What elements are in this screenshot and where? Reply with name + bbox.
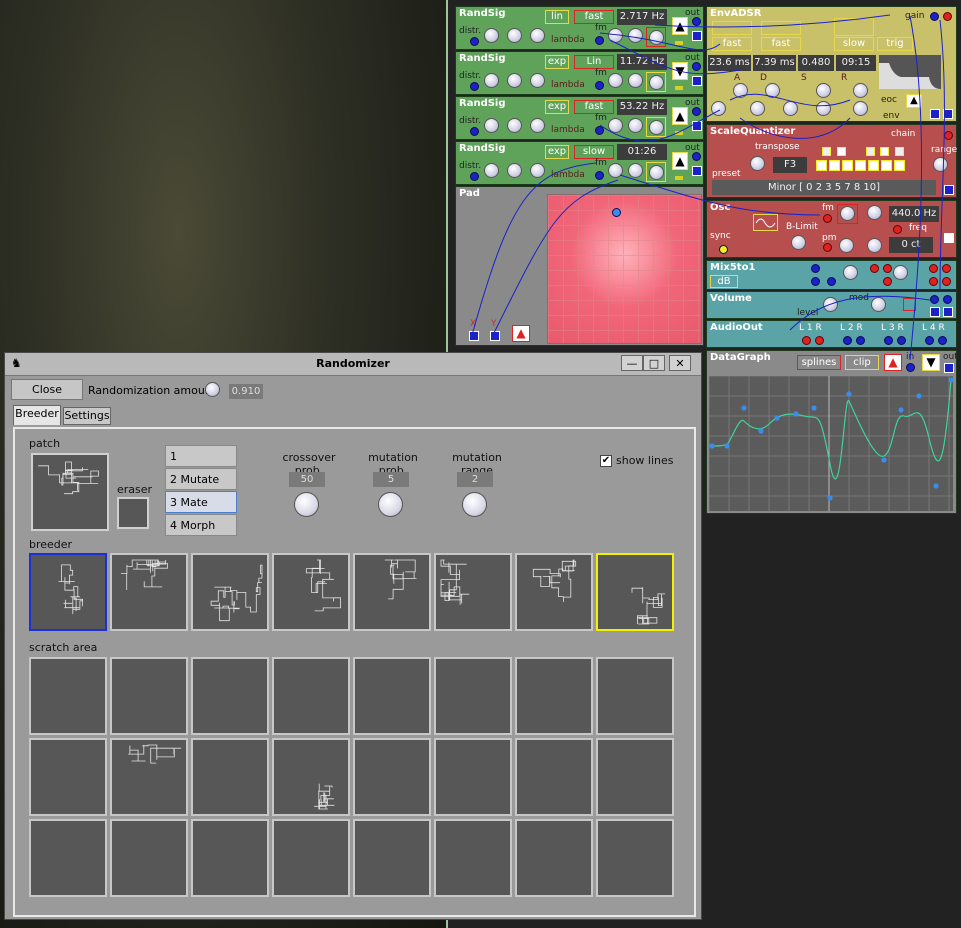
- datagraph-point[interactable]: [933, 483, 939, 489]
- scratch-cell[interactable]: [29, 819, 107, 897]
- eraser-cell[interactable]: [117, 497, 149, 529]
- scratch-cell[interactable]: [272, 738, 350, 816]
- mate-button[interactable]: 3 Mate: [165, 491, 237, 513]
- close-button[interactable]: Close: [11, 379, 83, 400]
- datagraph-point[interactable]: [916, 393, 922, 399]
- scratch-cell[interactable]: [272, 657, 350, 735]
- mutate-button[interactable]: 2 Mutate: [165, 468, 237, 490]
- patch-cell[interactable]: [31, 453, 109, 531]
- breeder-cell[interactable]: [434, 553, 512, 631]
- datagraph-point[interactable]: [846, 391, 852, 397]
- scratch-cell[interactable]: [434, 819, 512, 897]
- scratch-cell[interactable]: [515, 738, 593, 816]
- mutation-range-knob[interactable]: [462, 492, 487, 517]
- breeder-cell[interactable]: [596, 553, 674, 631]
- datagraph-plot[interactable]: [708, 375, 954, 511]
- datagraph-point[interactable]: [898, 407, 904, 413]
- crossover-knob[interactable]: [294, 492, 319, 517]
- scratch-cell[interactable]: [191, 819, 269, 897]
- datagraph-point[interactable]: [793, 411, 799, 417]
- breeder-label: breeder: [29, 538, 73, 551]
- randomizer-window: ♞ Randomizer — □ ✕ Close Randomization a…: [4, 352, 702, 920]
- scratch-cell[interactable]: [191, 657, 269, 735]
- breeder-panel: patch eraser 1 Randomize 2 Mutate 3 Mate…: [13, 427, 696, 917]
- datagraph-point[interactable]: [827, 495, 833, 501]
- scratch-cell[interactable]: [596, 657, 674, 735]
- minimize-button[interactable]: —: [621, 355, 643, 371]
- scratch-cell[interactable]: [29, 738, 107, 816]
- randomize-button[interactable]: 1 Randomize: [165, 445, 237, 484]
- close-window-button[interactable]: ✕: [669, 355, 691, 371]
- scratch-cell[interactable]: [110, 738, 188, 816]
- patch-label: patch: [29, 437, 61, 450]
- amount-knob[interactable]: [205, 382, 220, 397]
- scratch-cell[interactable]: [110, 819, 188, 897]
- breeder-cell[interactable]: [353, 553, 431, 631]
- scratch-cell[interactable]: [191, 738, 269, 816]
- maximize-button[interactable]: □: [643, 355, 665, 371]
- crossover-value[interactable]: 50: [289, 472, 325, 487]
- datagraph-point[interactable]: [758, 428, 764, 434]
- breeder-cell[interactable]: [110, 553, 188, 631]
- scratch-cell[interactable]: [353, 738, 431, 816]
- scratch-cell[interactable]: [596, 738, 674, 816]
- breeder-cell[interactable]: [515, 553, 593, 631]
- eraser-label: eraser: [117, 483, 153, 496]
- scratch-cell[interactable]: [596, 819, 674, 897]
- scratch-cell[interactable]: [515, 819, 593, 897]
- datagraph-in-jack[interactable]: [906, 363, 915, 372]
- amount-value[interactable]: 0.910: [229, 384, 263, 399]
- datagraph-point[interactable]: [741, 405, 747, 411]
- datagraph-point[interactable]: [709, 443, 715, 449]
- scratch-cell[interactable]: [272, 819, 350, 897]
- scratch-cell[interactable]: [29, 657, 107, 735]
- breeder-cell[interactable]: [191, 553, 269, 631]
- breeder-cell[interactable]: [29, 553, 107, 631]
- patch-cables: [471, 14, 945, 360]
- scratch-cell[interactable]: [110, 657, 188, 735]
- scratch-cell[interactable]: [353, 819, 431, 897]
- datagraph-out-jack[interactable]: [944, 363, 954, 373]
- mutation-range-value[interactable]: 2: [457, 472, 493, 487]
- datagraph-point[interactable]: [881, 457, 887, 463]
- amount-label: Randomization amount: [88, 384, 217, 397]
- scratch-cell[interactable]: [434, 657, 512, 735]
- datagraph-point[interactable]: [811, 405, 817, 411]
- scratch-cell[interactable]: [353, 657, 431, 735]
- show-lines-label: show lines: [616, 454, 674, 467]
- tab-breeder[interactable]: Breeder: [13, 405, 61, 425]
- datagraph-point[interactable]: [774, 415, 780, 421]
- datagraph-point[interactable]: [724, 443, 730, 449]
- tab-settings[interactable]: Settings: [63, 407, 111, 425]
- mutation-prob-value[interactable]: 5: [373, 472, 409, 487]
- morph-button[interactable]: 4 Morph: [165, 514, 237, 536]
- scratch-cell[interactable]: [515, 657, 593, 735]
- randomizer-titlebar[interactable]: ♞ Randomizer — □ ✕: [5, 353, 701, 376]
- mutation-prob-knob[interactable]: [378, 492, 403, 517]
- show-lines-checkbox[interactable]: ✔: [600, 455, 612, 467]
- breeder-cell[interactable]: [272, 553, 350, 631]
- scratch-label: scratch area: [29, 641, 98, 654]
- window-title: Randomizer: [316, 357, 390, 370]
- scratch-cell[interactable]: [434, 738, 512, 816]
- datagraph-module: DataGraph splines clip ▲ ▼ in out: [706, 350, 958, 514]
